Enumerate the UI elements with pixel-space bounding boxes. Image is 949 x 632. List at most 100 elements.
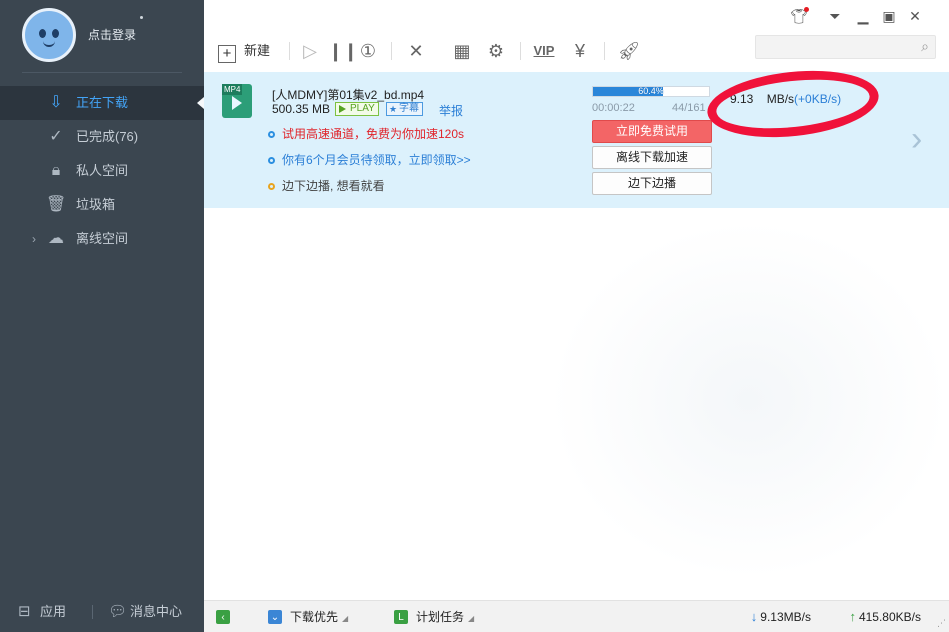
status-bar: ‹ ⌄ 下载优先 ◢ L 计划任务 ◢ ↓ 9.13MB/s ↑ 415.80KB/s ⋰ <box>204 600 949 632</box>
toolbar-divider <box>289 42 290 60</box>
file-play-glyph <box>232 96 242 110</box>
download-arrow-icon: ⇩ <box>49 94 63 111</box>
apps-button[interactable]: ⊟ 应用 <box>18 592 66 632</box>
bullet-icon <box>268 157 275 164</box>
priority-icon: ⌄ <box>268 610 282 624</box>
upload-speed-value: 415.80KB/s <box>858 610 921 624</box>
sidebar-item-label: 垃圾箱 <box>76 197 116 212</box>
file-type-tag: MP4 <box>222 84 243 95</box>
status-dot <box>140 16 143 19</box>
trash-icon: 🗑︎ <box>46 196 67 213</box>
schedule-label: 计划任务 <box>416 610 465 624</box>
download-priority-menu[interactable]: ⌄ 下载优先 ◢ <box>268 601 348 632</box>
sidebar-nav: ⇩ 正在下载 ✓ 已完成(76) 🔒︎ 私人空间 🗑︎ 垃圾箱 › ☁︎ 离线空… <box>0 86 204 256</box>
sidebar-item-completed[interactable]: ✓ 已完成(76) <box>0 120 204 154</box>
play-badge[interactable]: PLAY <box>335 102 379 116</box>
lock-icon: 🔒︎ <box>51 162 61 179</box>
free-trial-button[interactable]: 立即免费试用 <box>592 120 712 143</box>
file-size: 500.35 MB <box>272 102 331 116</box>
avatar-eye-left <box>39 29 46 38</box>
report-link[interactable]: 举报 <box>439 102 463 119</box>
close-icon[interactable]: ✕ <box>905 6 925 26</box>
pause-icon[interactable]: ❙❙ <box>328 36 358 66</box>
speed-limit-icon[interactable]: ① <box>356 36 380 66</box>
arrow-up-icon: ↑ <box>849 609 856 624</box>
total-download-speed: ↓ 9.13MB/s <box>751 601 811 632</box>
new-icon: + <box>218 45 236 63</box>
message-center-button[interactable]: 💬︎ 消息中心 <box>108 592 182 632</box>
red-annotation-circle <box>704 63 882 145</box>
bullet-icon <box>268 131 275 138</box>
message-icon: 💬︎ <box>108 603 128 620</box>
schedule-icon: L <box>394 610 408 624</box>
settings-icon[interactable]: ⚙ <box>484 36 508 66</box>
rocket-icon[interactable]: 🚀︎ <box>616 36 642 66</box>
minimize-icon[interactable]: ▁ <box>853 6 873 26</box>
download-speed-value: 9.13MB/s <box>760 610 811 624</box>
new-task-button[interactable]: + 新建 <box>218 36 282 66</box>
delete-icon[interactable]: ✕ <box>402 36 430 66</box>
sidebar-item-label: 离线空间 <box>76 231 129 246</box>
download-task-row[interactable]: MP4 [人MDMY]第01集v2_bd.mp4 500.35 MB PLAY … <box>204 63 949 208</box>
cloud-icon: ☁︎ <box>48 230 64 247</box>
arrow-down-icon: ↓ <box>750 609 758 624</box>
offline-accelerate-button[interactable]: 离线下载加速 <box>592 146 712 169</box>
chevron-right-icon[interactable]: › <box>32 222 36 256</box>
search-input[interactable]: ⌕ <box>755 35 936 59</box>
stream-play-button[interactable]: 边下边播 <box>592 172 712 195</box>
hint-text: 你有6个月会员待领取，立即领取>> <box>282 153 471 167</box>
login-link[interactable]: 点击登录 <box>88 26 136 43</box>
toolbar-divider <box>520 42 521 60</box>
play-icon[interactable]: ▷ <box>298 36 322 66</box>
sidebar-item-private[interactable]: 🔒︎ 私人空间 <box>0 154 204 188</box>
qrcode-icon[interactable]: ▦ <box>450 36 474 66</box>
dropdown-icon: ◢ <box>468 614 475 623</box>
resize-grip-icon[interactable]: ⋰ <box>937 618 946 629</box>
collapse-sidebar-button[interactable]: ‹ <box>216 601 238 632</box>
messages-label: 消息中心 <box>130 604 183 619</box>
elapsed-time: 00:00:22 <box>592 102 635 114</box>
notification-dot <box>804 7 809 12</box>
avatar-mouth <box>43 41 55 47</box>
sidebar-item-label: 私人空间 <box>76 163 129 178</box>
toolbar-divider <box>391 42 392 60</box>
hint-membership[interactable]: 你有6个月会员待领取，立即领取>> <box>268 151 471 168</box>
avatar-eye-right <box>52 29 59 38</box>
progress-percent: 60.4% <box>638 86 664 96</box>
schedule-task-menu[interactable]: L 计划任务 ◢ <box>394 601 474 632</box>
money-icon[interactable]: ¥ <box>568 36 592 66</box>
menu-icon[interactable]: ⏷ <box>825 6 845 26</box>
hint-text: 边下边播, 想看就看 <box>282 179 385 193</box>
maximize-icon[interactable]: ▣ <box>879 6 899 26</box>
dropdown-icon: ◢ <box>342 614 349 623</box>
chevron-left-icon: ‹ <box>216 610 230 624</box>
avatar[interactable] <box>22 8 76 62</box>
footer-divider <box>92 605 93 619</box>
sidebar-item-label: 已完成(76) <box>76 129 139 144</box>
sidebar-item-label: 正在下载 <box>76 95 129 110</box>
apps-icon: ⊟ <box>18 603 31 620</box>
hint-stream-play[interactable]: 边下边播, 想看就看 <box>268 177 385 194</box>
vip-icon[interactable]: VIP <box>530 36 558 66</box>
search-icon[interactable]: ⌕ <box>921 38 929 55</box>
file-name: [人MDMY]第01集v2_bd.mp4 <box>272 88 425 102</box>
sidebar: 点击登录 ⇩ 正在下载 ✓ 已完成(76) 🔒︎ 私人空间 🗑︎ 垃圾箱 › ☁… <box>0 0 204 632</box>
progress-bar: 60.4% <box>592 86 710 97</box>
sidebar-divider <box>22 72 182 73</box>
sidebar-item-trash[interactable]: 🗑︎ 垃圾箱 <box>0 188 204 222</box>
hint-text: 试用高速通道，免费为你加速120s <box>282 127 465 141</box>
chevron-right-icon[interactable]: › <box>911 120 922 159</box>
priority-label: 下载优先 <box>290 610 339 624</box>
subtitle-badge[interactable]: 字幕 <box>386 102 423 116</box>
sidebar-item-offline[interactable]: › ☁︎ 离线空间 <box>0 222 204 256</box>
check-circle-icon: ✓ <box>49 128 63 145</box>
bullet-icon <box>268 183 275 190</box>
toolbar-divider <box>604 42 605 60</box>
connection-count: 44/161 <box>672 102 706 114</box>
new-label: 新建 <box>244 43 271 58</box>
total-upload-speed: ↑ 415.80KB/s <box>849 601 921 632</box>
sidebar-footer: ⊟ 应用 💬︎ 消息中心 <box>0 592 204 632</box>
titlebar: 👕︎ ⏷ ▁ ▣ ✕ <box>789 0 949 32</box>
hint-speed-trial[interactable]: 试用高速通道，免费为你加速120s <box>268 125 464 142</box>
sidebar-item-downloading[interactable]: ⇩ 正在下载 <box>0 86 204 120</box>
